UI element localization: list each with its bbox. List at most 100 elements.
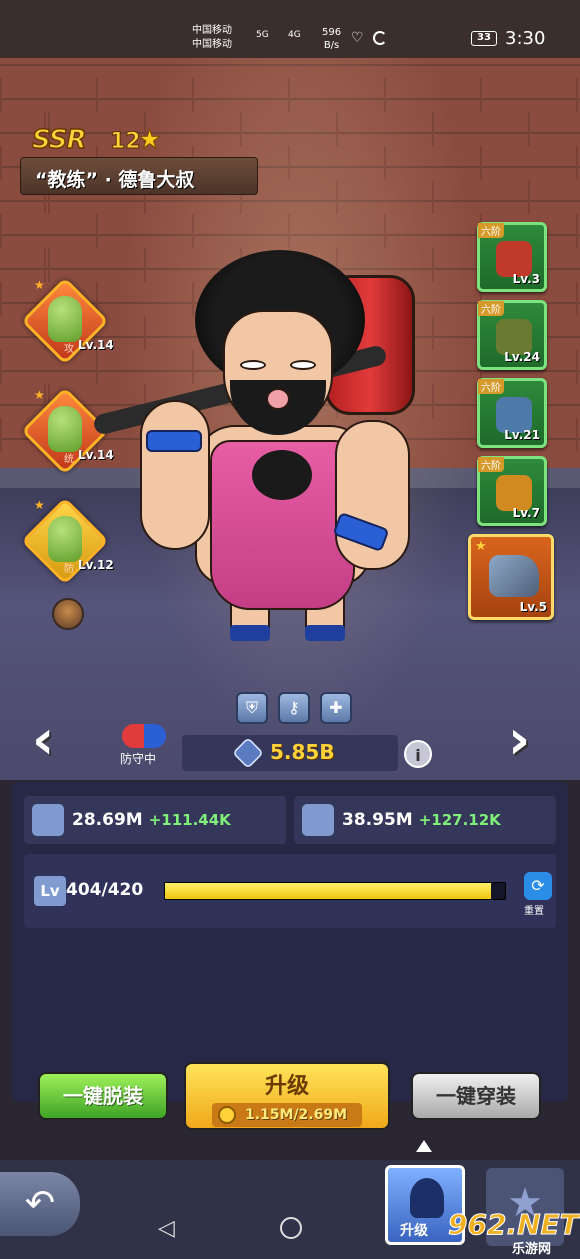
watermark-small: 乐游网	[512, 1242, 552, 1257]
plant-icon	[48, 406, 82, 452]
plus-buff-icon[interactable]: ✚	[320, 692, 352, 724]
shield-buff-icon[interactable]: ⛨	[236, 692, 268, 724]
chest-hair	[252, 450, 312, 500]
sync-icon	[373, 31, 387, 45]
equip-rank: 六阶	[478, 457, 504, 472]
info-icon[interactable]: i	[404, 740, 432, 768]
attack-increase: +111.44K	[148, 811, 231, 829]
equip-level: Lv.21	[504, 428, 540, 442]
skill-level: Lv.14	[78, 338, 114, 352]
health-increase: +127.12K	[418, 811, 501, 829]
power-value: 5.85B	[270, 740, 335, 764]
level-text: 404/420	[66, 880, 144, 900]
heart-icon	[302, 804, 334, 836]
net-speed: 596 B/s	[322, 26, 341, 52]
active-tab-indicator-icon	[416, 1140, 432, 1152]
heart-icon: ♡	[351, 30, 364, 46]
upgrade-label: 升级	[264, 1074, 309, 1099]
status-bar: 中国移动 中国移动 5G 4G 596 B/s ♡ 33 3:30	[0, 0, 580, 58]
health-value: 38.95M	[342, 810, 413, 830]
skill-slot-2[interactable]: ★ 统 Lv.14	[21, 387, 114, 475]
boxing-gloves-icon	[122, 724, 166, 748]
stats-panel: 28.69M +111.44K 38.95M +127.12K Lv 404/420…	[12, 782, 568, 1102]
signal-5g-label: 5G	[256, 30, 269, 40]
net-speed-unit: B/s	[323, 40, 340, 51]
level-progress-fill	[165, 883, 492, 899]
signal-4g-label: 4G	[288, 30, 301, 40]
watermark-logo: 962.NET 乐游网	[448, 1208, 580, 1258]
revolver-icon	[489, 555, 539, 597]
keyhole-buff-icon[interactable]: ⚷	[278, 692, 310, 724]
locked-skill-icon[interactable]	[52, 598, 84, 630]
carrier-1: 中国移动	[192, 25, 232, 36]
attack-value-row: 28.69M +111.44K	[72, 810, 231, 830]
equip-level: Lv.3	[512, 272, 540, 286]
skill-slot-3[interactable]: ★ 防 Lv.12	[21, 497, 114, 585]
skill-tag: 攻	[64, 344, 74, 355]
health-stat: 38.95M +127.12K	[294, 796, 556, 844]
system-home-icon[interactable]	[280, 1217, 302, 1239]
equip-rank: 六阶	[478, 223, 504, 238]
equip-level: Lv.7	[512, 506, 540, 520]
coin-icon	[218, 1106, 236, 1124]
star-icon: ★	[34, 278, 45, 292]
left-wristband	[146, 430, 202, 452]
equip-level: Lv.24	[504, 350, 540, 364]
skill-slot-1[interactable]: ★ 攻 Lv.14	[21, 277, 114, 365]
skill-level: Lv.12	[78, 558, 114, 572]
prev-hero-arrow[interactable]: ‹	[32, 712, 72, 768]
star-icon: ★	[34, 388, 45, 402]
plant-icon	[48, 296, 82, 342]
skill-tag: 防	[64, 564, 74, 575]
star-count: 12	[110, 129, 142, 155]
left-eye	[240, 360, 266, 370]
equip-level: Lv.5	[519, 600, 547, 614]
upgrade-cost-text: 1.15M/2.69M	[244, 1107, 348, 1123]
next-hero-arrow[interactable]: ›	[508, 712, 548, 768]
hero-title-plate: “教练” · 德鲁大叔 SSR 12 ★	[20, 124, 258, 195]
reset-label[interactable]: 重置	[524, 902, 544, 917]
name-plate-bg: “教练” · 德鲁大叔	[20, 157, 258, 195]
attack-value: 28.69M	[72, 810, 143, 830]
power-bar: 5.85B	[182, 735, 398, 771]
skill-level: Lv.14	[78, 448, 114, 462]
level-row: Lv 404/420 ⟳ 重置	[24, 854, 556, 928]
attack-stat: 28.69M +111.44K	[24, 796, 286, 844]
left-arm	[140, 400, 210, 550]
skill-tag: 统	[64, 454, 74, 465]
back-arrow-icon[interactable]: ↶	[0, 1172, 80, 1236]
hero-head-icon	[410, 1178, 444, 1218]
defend-status: 防守中	[120, 724, 170, 767]
equip-rank: 六阶	[478, 301, 504, 316]
carrier-2: 中国移动	[192, 39, 232, 50]
system-back-icon[interactable]: ◁	[158, 1216, 175, 1241]
tab-upgrade-label: 升级	[400, 1223, 428, 1239]
watermark-big: 962.NET	[448, 1208, 580, 1242]
equip-slot-5[interactable]: ★ Lv.5	[468, 534, 554, 620]
plant-icon	[48, 516, 82, 562]
battery-icon: 33	[471, 31, 497, 46]
star-icon: ★	[475, 539, 487, 554]
equip-all-button[interactable]: 一键穿装	[411, 1072, 541, 1120]
reset-icon[interactable]: ⟳	[524, 872, 552, 900]
equip-rank: 六阶	[478, 379, 504, 394]
fist-power-icon	[232, 737, 264, 769]
hero-name: “教练” · 德鲁大叔	[35, 169, 195, 191]
unequip-all-button[interactable]: 一键脱装	[38, 1072, 168, 1120]
level-progress-track	[164, 882, 506, 900]
lips	[266, 388, 290, 410]
carrier-labels: 中国移动 中国移动	[192, 24, 232, 52]
clock: 3:30	[505, 28, 546, 49]
health-value-row: 38.95M +127.12K	[342, 810, 501, 830]
defend-text: 防守中	[120, 752, 157, 766]
upgrade-button[interactable]: 升级 1.15M/2.69M	[184, 1062, 390, 1130]
equip-slot-2[interactable]: 六阶 Lv.24	[477, 300, 547, 370]
level-badge: Lv	[34, 876, 66, 906]
star-icon: ★	[137, 125, 162, 156]
right-boot	[305, 625, 345, 641]
equip-slot-3[interactable]: 六阶 Lv.21	[477, 378, 547, 448]
upgrade-cost: 1.15M/2.69M	[212, 1103, 362, 1127]
equip-slot-1[interactable]: 六阶 Lv.3	[477, 222, 547, 292]
right-eye	[290, 360, 316, 370]
equip-slot-4[interactable]: 六阶 Lv.7	[477, 456, 547, 526]
